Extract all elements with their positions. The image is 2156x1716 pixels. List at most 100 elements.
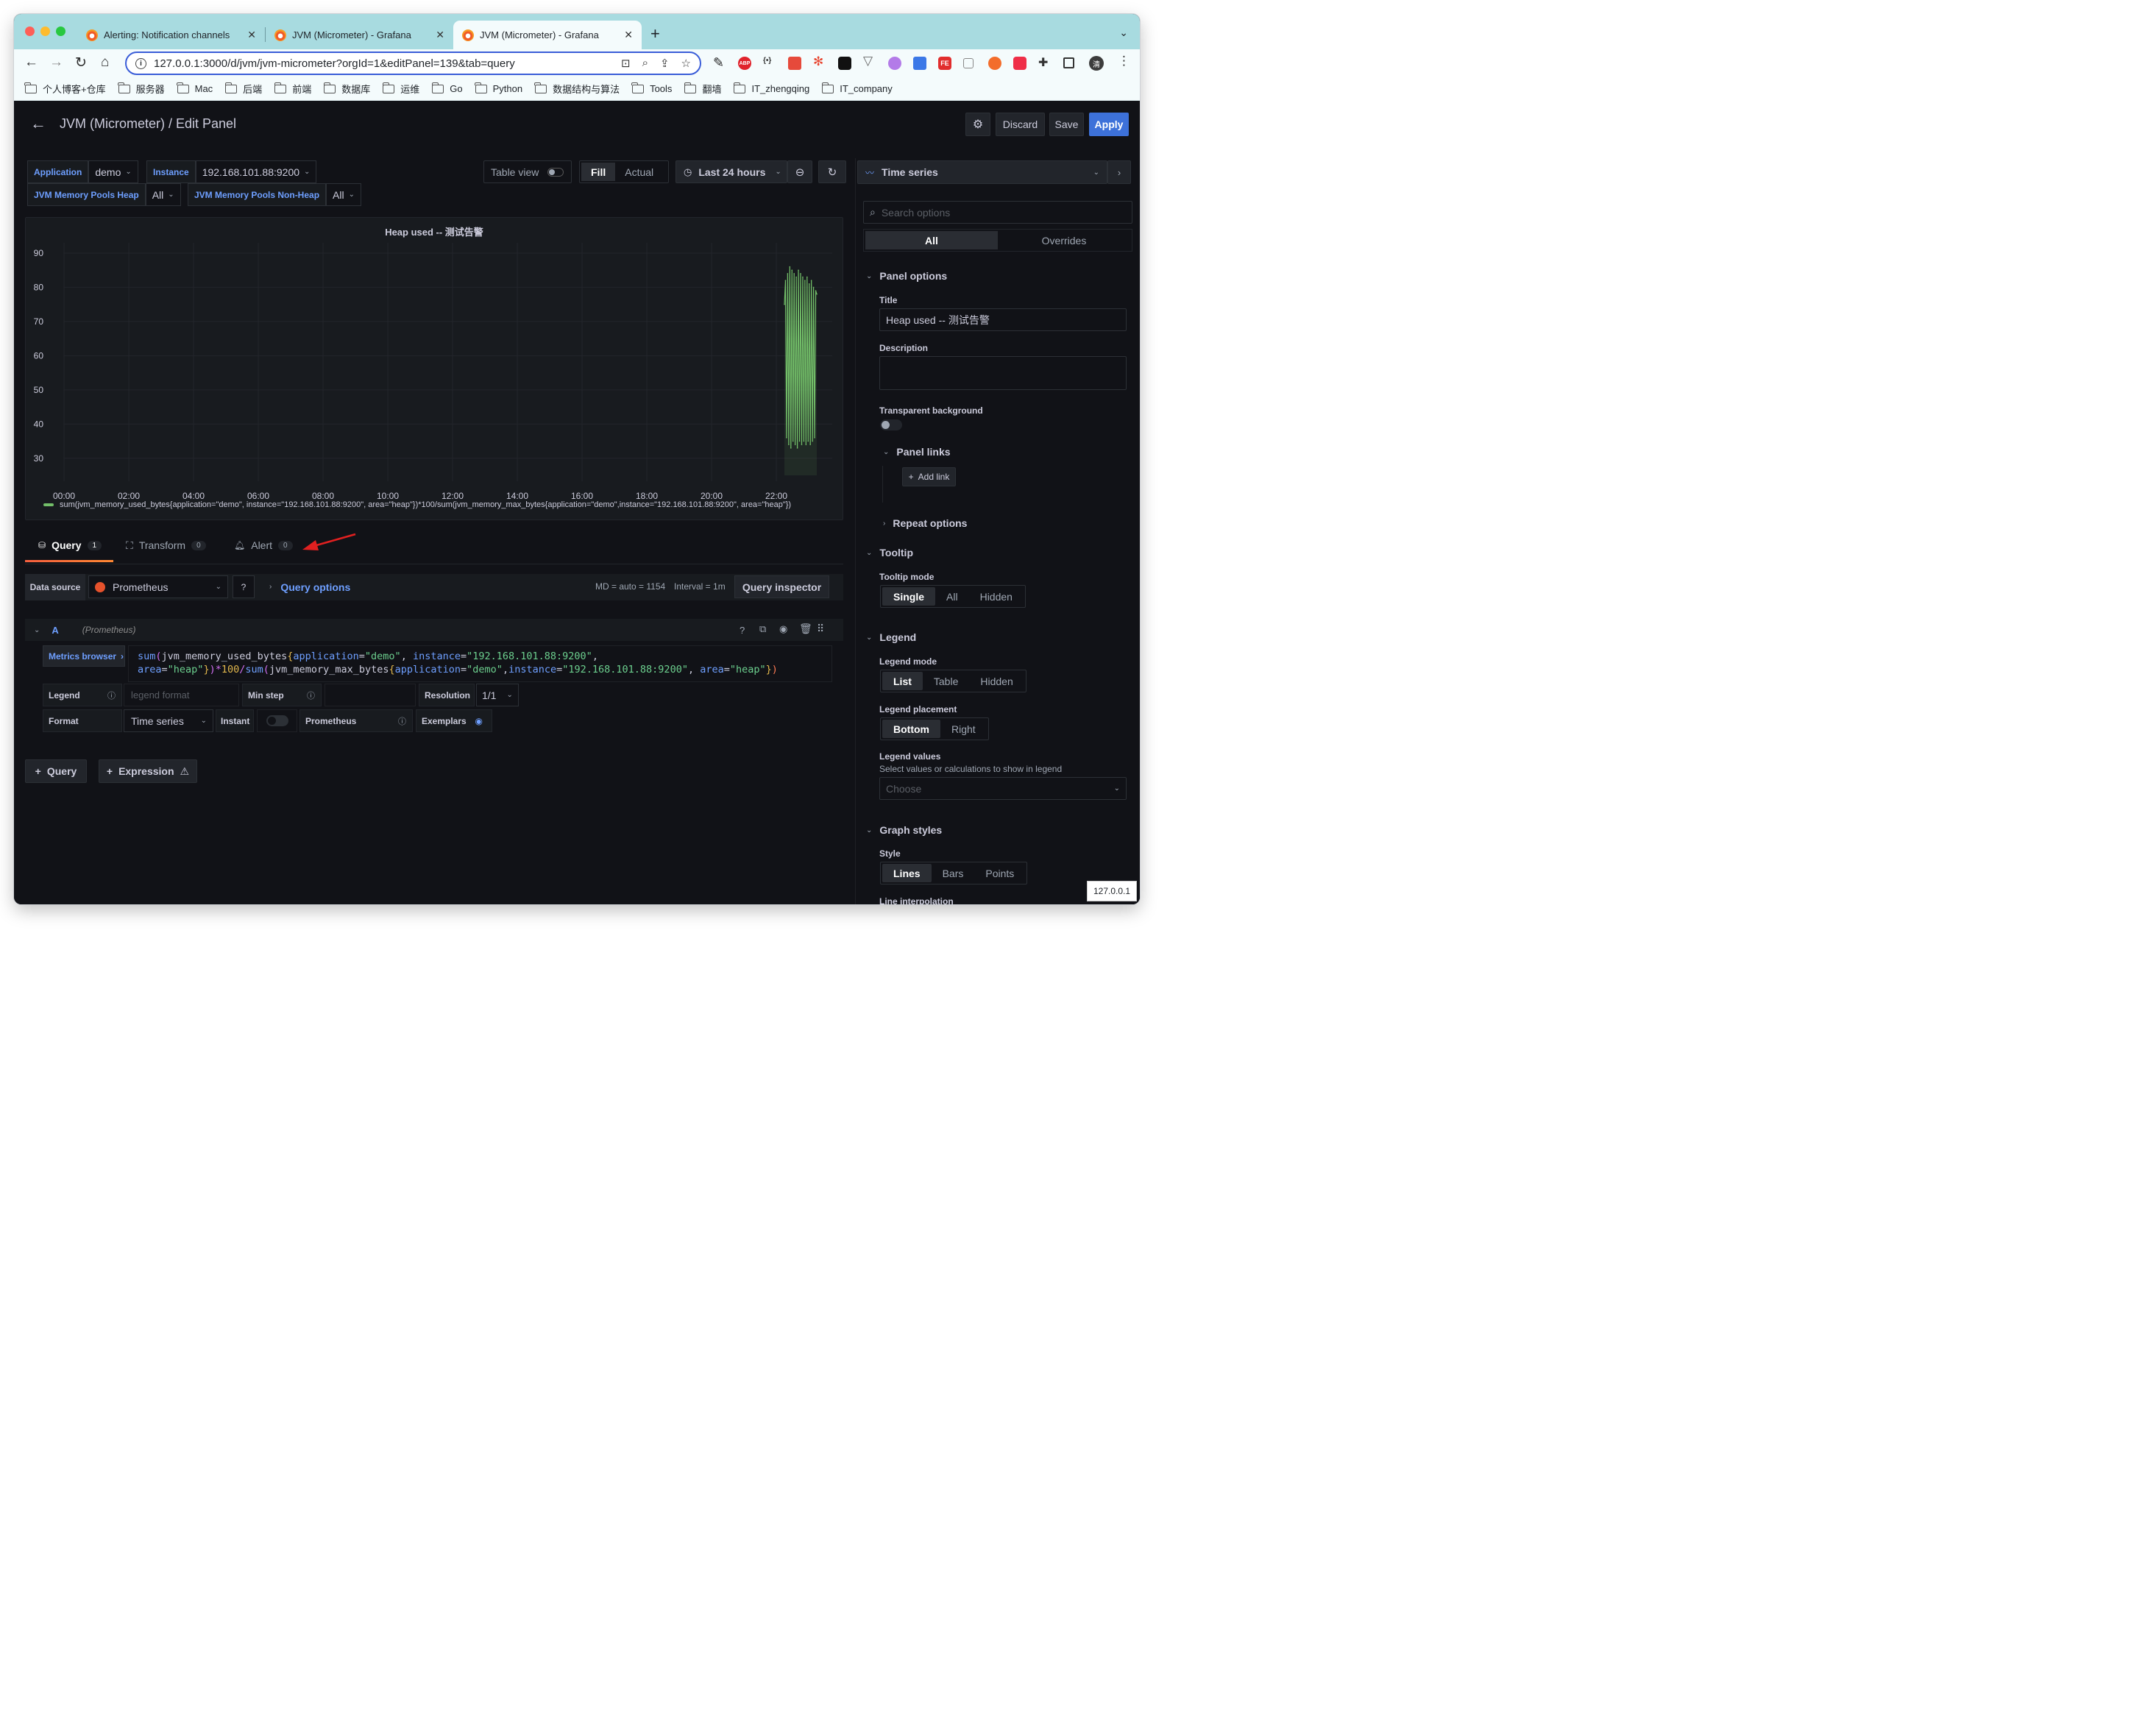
vue-extension-icon[interactable]: ▽ bbox=[863, 54, 876, 68]
discard-button[interactable]: Discard bbox=[996, 113, 1045, 136]
panel-links-section[interactable]: ⌄ Panel links bbox=[883, 446, 951, 458]
puzzle-icon[interactable]: ✚ bbox=[1038, 55, 1052, 69]
home-icon[interactable]: ⌂ bbox=[101, 54, 109, 71]
data-source-picker[interactable]: Prometheus ⌄ bbox=[88, 575, 228, 598]
style-bars[interactable]: Bars bbox=[932, 864, 975, 882]
tab-overrides[interactable]: Overrides bbox=[998, 231, 1130, 249]
fill-option[interactable]: Fill bbox=[581, 163, 616, 181]
refresh-icon[interactable]: ↻ bbox=[818, 160, 846, 183]
extension-icon[interactable] bbox=[888, 57, 901, 70]
variable-application[interactable]: Application demo ⌄ bbox=[27, 160, 138, 183]
zoom-icon[interactable]: ⌕ bbox=[642, 57, 648, 70]
legend-mode-table[interactable]: Table bbox=[923, 672, 969, 690]
browser-tab-alerting[interactable]: Alerting: Notification channels ✕ bbox=[77, 21, 265, 49]
share-icon[interactable]: ⇪ bbox=[660, 57, 670, 70]
info-icon[interactable]: ⓘ bbox=[398, 715, 406, 727]
duplicate-icon[interactable]: ⧉ bbox=[759, 623, 766, 635]
bookmark-folder[interactable]: Go bbox=[431, 82, 463, 94]
save-button[interactable]: Save bbox=[1049, 113, 1084, 136]
tooltip-section[interactable]: ⌄ Tooltip bbox=[866, 547, 913, 559]
extension-icon[interactable] bbox=[988, 57, 1001, 70]
style-lines[interactable]: Lines bbox=[882, 864, 932, 882]
site-info-icon[interactable]: i bbox=[135, 57, 146, 69]
settings-gear-icon[interactable]: ⚙ bbox=[965, 113, 990, 136]
close-tab-icon[interactable]: ✕ bbox=[247, 29, 256, 41]
variable-jvm-nonheap[interactable]: JVM Memory Pools Non-Heap All ⌄ bbox=[188, 183, 361, 206]
trash-icon[interactable]: 🗑︎ bbox=[799, 623, 812, 635]
browser-tab-jvm-1[interactable]: JVM (Micrometer) - Grafana ✕ bbox=[266, 21, 453, 49]
exemplars-toggle[interactable]: Exemplars ◉ bbox=[416, 709, 492, 732]
tab-transform[interactable]: ⛶ Transform 0 bbox=[126, 528, 206, 563]
bookmark-folder[interactable]: 运维 bbox=[382, 82, 419, 96]
reload-icon[interactable]: ↻ bbox=[75, 54, 87, 71]
table-view-toggle[interactable]: Table view bbox=[483, 160, 572, 183]
tooltip-mode-hidden[interactable]: Hidden bbox=[969, 587, 1024, 606]
bookmark-folder[interactable]: 数据库 bbox=[323, 82, 370, 96]
translate-extension-icon[interactable] bbox=[913, 57, 926, 70]
collapse-options-icon[interactable]: › bbox=[1107, 160, 1131, 184]
menu-kebab-icon[interactable]: ⋮ bbox=[1118, 54, 1131, 68]
adblock-extension-icon[interactable]: ABP bbox=[738, 57, 751, 70]
json-extension-icon[interactable]: {•} bbox=[763, 57, 776, 70]
search-options-input[interactable]: ⌕ Search options bbox=[863, 201, 1132, 224]
add-link-button[interactable]: + Add link bbox=[902, 467, 956, 486]
bookmark-folder[interactable]: 个人博客+仓库 bbox=[24, 82, 106, 96]
bookmark-folder[interactable]: 后端 bbox=[224, 82, 262, 96]
panel-options-section[interactable]: ⌄ Panel options bbox=[866, 270, 947, 282]
tab-alert[interactable]: 🔔︎ Alert 0 bbox=[234, 528, 293, 563]
extension-icon[interactable] bbox=[788, 57, 801, 70]
eye-icon[interactable]: ◉ bbox=[779, 623, 787, 635]
legend-placement-bottom[interactable]: Bottom bbox=[882, 720, 940, 738]
profile-avatar[interactable]: 清 bbox=[1089, 56, 1104, 71]
sidebar-toggle-icon[interactable] bbox=[1063, 57, 1074, 68]
repeat-options-section[interactable]: › Repeat options bbox=[883, 517, 967, 529]
info-icon[interactable]: ⓘ bbox=[107, 689, 116, 701]
bookmark-star-icon[interactable]: ☆ bbox=[681, 57, 691, 70]
close-tab-icon[interactable]: ✕ bbox=[624, 29, 633, 41]
variable-jvm-heap[interactable]: JVM Memory Pools Heap All ⌄ bbox=[27, 183, 181, 206]
legend-format-input[interactable]: legend format bbox=[124, 684, 239, 706]
fe-extension-icon[interactable]: FE bbox=[938, 57, 951, 70]
time-range-picker[interactable]: ◷ Last 24 hours ⌄ bbox=[675, 160, 787, 183]
tab-search-chevron-icon[interactable]: ⌄ bbox=[1119, 26, 1128, 39]
style-points[interactable]: Points bbox=[974, 864, 1025, 882]
drag-handle-icon[interactable]: ⠿ bbox=[817, 623, 824, 635]
transparent-background-switch[interactable] bbox=[880, 419, 902, 430]
format-select[interactable]: Time series ⌄ bbox=[124, 709, 213, 732]
back-arrow-icon[interactable]: ← bbox=[30, 114, 46, 133]
add-query-button[interactable]: + Query bbox=[25, 759, 87, 783]
legend-placement-right[interactable]: Right bbox=[940, 720, 987, 738]
extension-icon[interactable] bbox=[1013, 57, 1026, 70]
bookmark-folder[interactable]: 前端 bbox=[274, 82, 311, 96]
graph-styles-section[interactable]: ⌄ Graph styles bbox=[866, 824, 942, 836]
address-bar[interactable]: i 127.0.0.1:3000/d/jvm/jvm-micrometer?or… bbox=[125, 52, 701, 75]
instant-switch[interactable] bbox=[257, 709, 297, 732]
collapse-chevron-icon[interactable]: ⌄ bbox=[34, 626, 40, 634]
bookmark-folder[interactable]: 数据结构与算法 bbox=[534, 82, 620, 96]
bookmark-folder[interactable]: 服务器 bbox=[117, 82, 165, 96]
description-textarea[interactable] bbox=[879, 356, 1127, 390]
translate-icon[interactable]: ⊡ bbox=[621, 57, 631, 70]
bookmark-folder[interactable]: Tools bbox=[631, 82, 672, 94]
metrics-browser-button[interactable]: Metrics browser › bbox=[43, 645, 125, 667]
tooltip-mode-single[interactable]: Single bbox=[882, 587, 936, 606]
pen-extension-icon[interactable]: ✎ bbox=[713, 55, 726, 70]
help-icon[interactable]: ? bbox=[740, 625, 745, 636]
actual-option[interactable]: Actual bbox=[615, 163, 663, 181]
close-tab-icon[interactable]: ✕ bbox=[436, 29, 444, 41]
min-step-input[interactable] bbox=[325, 684, 416, 706]
apply-button[interactable]: Apply bbox=[1089, 113, 1129, 136]
query-inspector-button[interactable]: Query inspector bbox=[734, 575, 829, 598]
zoom-out-icon[interactable]: ⊖ bbox=[787, 160, 812, 183]
variable-instance[interactable]: Instance 192.168.101.88:9200 ⌄ bbox=[146, 160, 317, 183]
bookmark-folder[interactable]: 翻墙 bbox=[684, 82, 721, 96]
bookmark-folder[interactable]: Python bbox=[474, 82, 522, 94]
pinwheel-extension-icon[interactable]: ✻ bbox=[813, 54, 826, 68]
chart-legend[interactable]: sum(jvm_memory_used_bytes{application="d… bbox=[43, 500, 791, 509]
minimize-window-button[interactable] bbox=[40, 26, 50, 36]
bookmark-folder[interactable]: Mac bbox=[177, 82, 213, 94]
resolution-select[interactable]: 1/1 ⌄ bbox=[476, 684, 519, 706]
extension-icon[interactable] bbox=[963, 58, 974, 68]
add-expression-button[interactable]: + Expression ⚠ bbox=[99, 759, 197, 783]
tab-all[interactable]: All bbox=[865, 231, 998, 249]
